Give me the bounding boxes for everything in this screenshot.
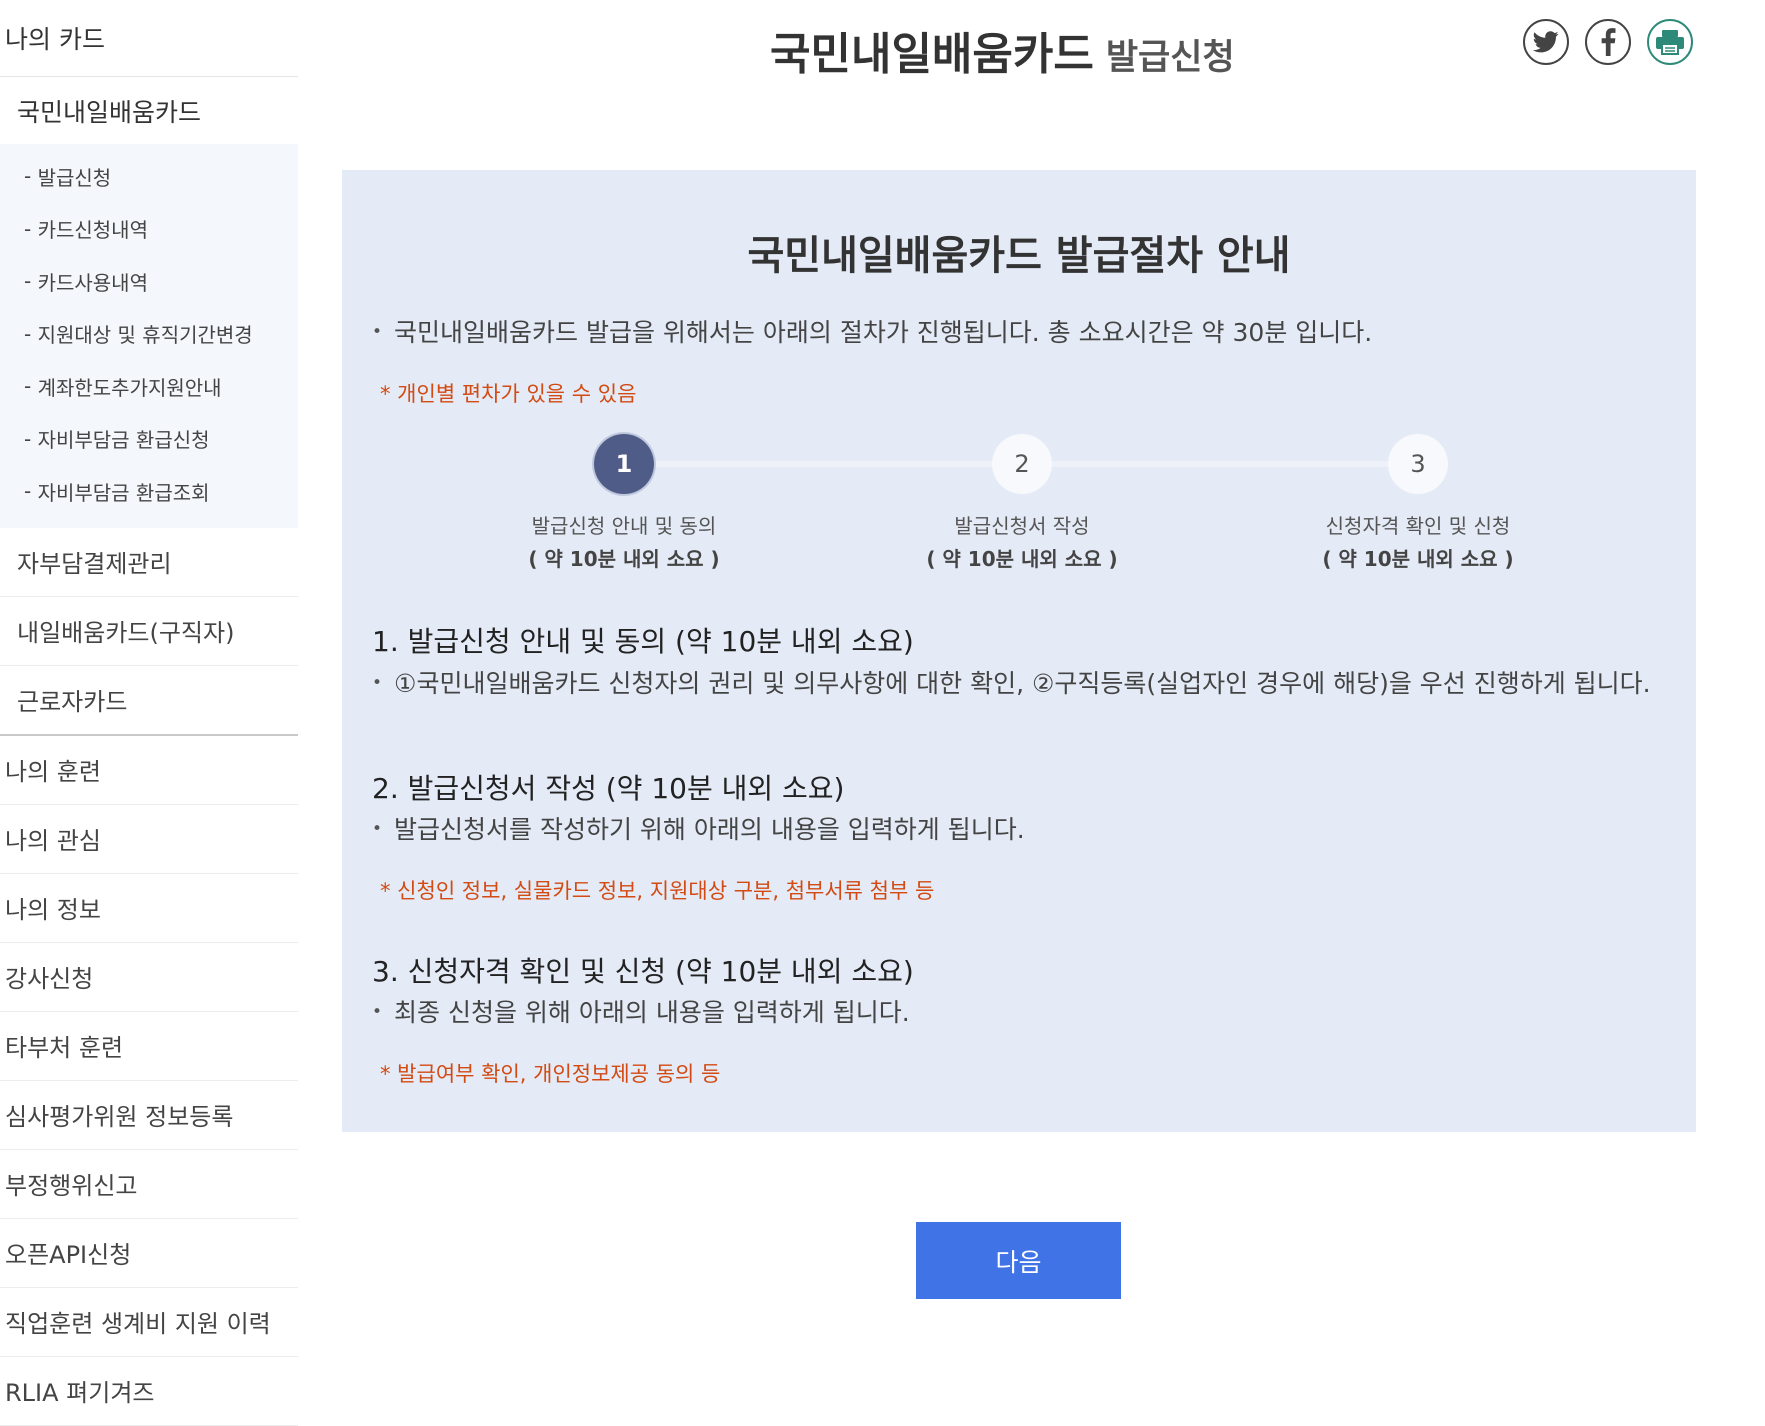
facebook-icon xyxy=(1601,28,1616,56)
step-1-circle: 1 xyxy=(594,434,654,494)
page-title-sub: 발급신청 xyxy=(1105,38,1235,78)
sidebar-subitem-label[interactable]: 자비부담금 환급조회 xyxy=(38,477,210,506)
sidebar-item-label: 내일배움카드(구직자) xyxy=(17,619,235,647)
sidebar-subitem-label[interactable]: 지원대상 및 휴직기간변경 xyxy=(38,319,253,348)
guide-intro-note: * 개인별 편차가 있을 수 있음 xyxy=(380,382,637,406)
sidebar-link-my-card[interactable]: 나의 카드 xyxy=(5,20,105,56)
print-button[interactable] xyxy=(1647,19,1693,65)
sidebar-item-rlia[interactable]: RLIA 펴기겨즈 xyxy=(0,1357,298,1426)
step-2-circle: 2 xyxy=(992,434,1052,494)
step-3-circle: 3 xyxy=(1388,434,1448,494)
section-2-desc: 발급신청서를 작성하기 위해 아래의 내용을 입력하게 됩니다. xyxy=(372,810,1025,846)
sidebar-item-label: 나의 훈련 xyxy=(5,758,101,786)
sidebar-item-evaluator-register[interactable]: 심사평가위원 정보등록 xyxy=(0,1081,298,1150)
sidebar-subitem-account-limit[interactable]: - 계좌한도추가지원안내 xyxy=(0,360,298,413)
guide-title: 국민내일배움카드 발급절차 안내 xyxy=(747,233,1291,279)
sidebar-item-worker-card[interactable]: 근로자카드 xyxy=(0,666,298,736)
sidebar-subitem-support-change[interactable]: - 지원대상 및 휴직기간변경 xyxy=(0,308,298,361)
sidebar-item-living-support-history[interactable]: 직업훈련 생계비 지원 이력 xyxy=(0,1288,298,1357)
sidebar-subitem-card-history[interactable]: - 카드신청내역 xyxy=(0,203,298,256)
sidebar-subitem-label[interactable]: 카드신청내역 xyxy=(38,214,148,243)
sidebar-item-my-training[interactable]: 나의 훈련 xyxy=(0,736,298,805)
sidebar-item-label: 직업훈련 생계비 지원 이력 xyxy=(5,1310,271,1338)
page-title-main: 국민내일배움카드 xyxy=(770,29,1094,80)
sidebar-item-label: 강사신청 xyxy=(5,965,94,993)
sidebar-item-label: 근로자카드 xyxy=(17,688,128,716)
sidebar-item-instructor-apply[interactable]: 강사신청 xyxy=(0,943,298,1012)
print-icon xyxy=(1656,30,1684,55)
sidebar-item-label: 부정행위신고 xyxy=(5,1172,138,1200)
section-3-note: * 발급여부 확인, 개인정보제공 동의 등 xyxy=(380,1062,721,1086)
step-2-time: ( 약 10분 내외 소요 ) xyxy=(926,547,1118,571)
sidebar-item-my-info[interactable]: 나의 정보 xyxy=(0,874,298,943)
sidebar-item-label: 오픈API신청 xyxy=(5,1241,132,1269)
section-2-note: * 신청인 정보, 실물카드 정보, 지원대상 구분, 첨부서류 첨부 등 xyxy=(380,879,935,903)
sidebar-subitem-label[interactable]: 자비부담금 환급신청 xyxy=(38,424,210,453)
section-1-title: 1. 발급신청 안내 및 동의 (약 10분 내외 소요) xyxy=(372,625,914,658)
sidebar-subitem-refund-apply[interactable]: - 자비부담금 환급신청 xyxy=(0,413,298,466)
sidebar-subitem-refund-inquiry[interactable]: - 자비부담금 환급조회 xyxy=(0,465,298,518)
step-2-label: 발급신청서 작성 ( 약 10분 내외 소요 ) xyxy=(882,510,1162,576)
facebook-share-button[interactable] xyxy=(1585,19,1631,65)
sidebar-subitem-card-usage[interactable]: - 카드사용내역 xyxy=(0,255,298,308)
guide-intro: 국민내일배움카드 발급을 위해서는 아래의 절차가 진행됩니다. 총 소요시간은… xyxy=(372,313,1372,349)
step-1-name: 발급신청 안내 및 동의 xyxy=(531,514,717,538)
sidebar-subitem-label[interactable]: 카드사용내역 xyxy=(38,267,148,296)
page-title: 국민내일배움카드 발급신청 xyxy=(770,18,1235,82)
sidebar-section-card: 국민내일배움카드 xyxy=(0,77,298,144)
step-1-time: ( 약 10분 내외 소요 ) xyxy=(528,547,720,571)
step-2-name: 발급신청서 작성 xyxy=(954,514,1090,538)
sidebar-item-label: 나의 관심 xyxy=(5,827,101,855)
sidebar-item-job-seeker-card[interactable]: 내일배움카드(구직자) xyxy=(0,597,298,666)
sidebar-subitem-issue-apply[interactable]: - 발급신청 xyxy=(0,150,298,203)
sidebar-item-my-interest[interactable]: 나의 관심 xyxy=(0,805,298,874)
section-3-title: 3. 신청자격 확인 및 신청 (약 10분 내외 소요) xyxy=(372,955,914,988)
issue-guide-panel: 국민내일배움카드 발급절차 안내 국민내일배움카드 발급을 위해서는 아래의 절… xyxy=(342,170,1696,1132)
next-button[interactable]: 다음 xyxy=(916,1222,1121,1299)
section-2-title: 2. 발급신청서 작성 (약 10분 내외 소요) xyxy=(372,772,845,805)
sidebar-top-title: 나의 카드 xyxy=(0,0,298,77)
sidebar-item-self-payment[interactable]: 자부담결제관리 xyxy=(0,528,298,597)
sidebar-submenu: - 발급신청 - 카드신청내역 - 카드사용내역 - 지원대상 및 휴직기간변경… xyxy=(0,144,298,528)
section-1-desc: ①국민내일배움카드 신청자의 권리 및 의무사항에 대한 확인, ②구직등록(실… xyxy=(372,664,1651,700)
sidebar-item-label: 타부처 훈련 xyxy=(5,1034,124,1062)
sidebar-subitem-label[interactable]: 계좌한도추가지원안내 xyxy=(38,372,222,401)
twitter-icon xyxy=(1533,31,1559,53)
sidebar-link-national-card[interactable]: 국민내일배움카드 xyxy=(17,93,201,129)
sidebar-item-open-api[interactable]: 오픈API신청 xyxy=(0,1219,298,1288)
sidebar-item-label: 자부담결제관리 xyxy=(17,550,172,578)
sidebar-item-other-ministry[interactable]: 타부처 훈련 xyxy=(0,1012,298,1081)
twitter-share-button[interactable] xyxy=(1523,19,1569,65)
step-3-time: ( 약 10분 내외 소요 ) xyxy=(1322,547,1514,571)
sidebar-subitem-label[interactable]: 발급신청 xyxy=(38,162,112,191)
sidebar: 나의 카드 국민내일배움카드 - 발급신청 - 카드신청내역 - 카드사용내역 … xyxy=(0,0,298,1426)
section-3-desc: 최종 신청을 위해 아래의 내용을 입력하게 됩니다. xyxy=(372,993,910,1029)
step-3-name: 신청자격 확인 및 신청 xyxy=(1325,514,1511,538)
sidebar-item-label: RLIA 펴기겨즈 xyxy=(5,1379,155,1407)
sidebar-item-misconduct-report[interactable]: 부정행위신고 xyxy=(0,1150,298,1219)
sidebar-item-label: 심사평가위원 정보등록 xyxy=(5,1103,234,1131)
step-3-label: 신청자격 확인 및 신청 ( 약 10분 내외 소요 ) xyxy=(1278,510,1558,576)
sidebar-item-label: 나의 정보 xyxy=(5,896,101,924)
step-1-label: 발급신청 안내 및 동의 ( 약 10분 내외 소요 ) xyxy=(484,510,764,576)
